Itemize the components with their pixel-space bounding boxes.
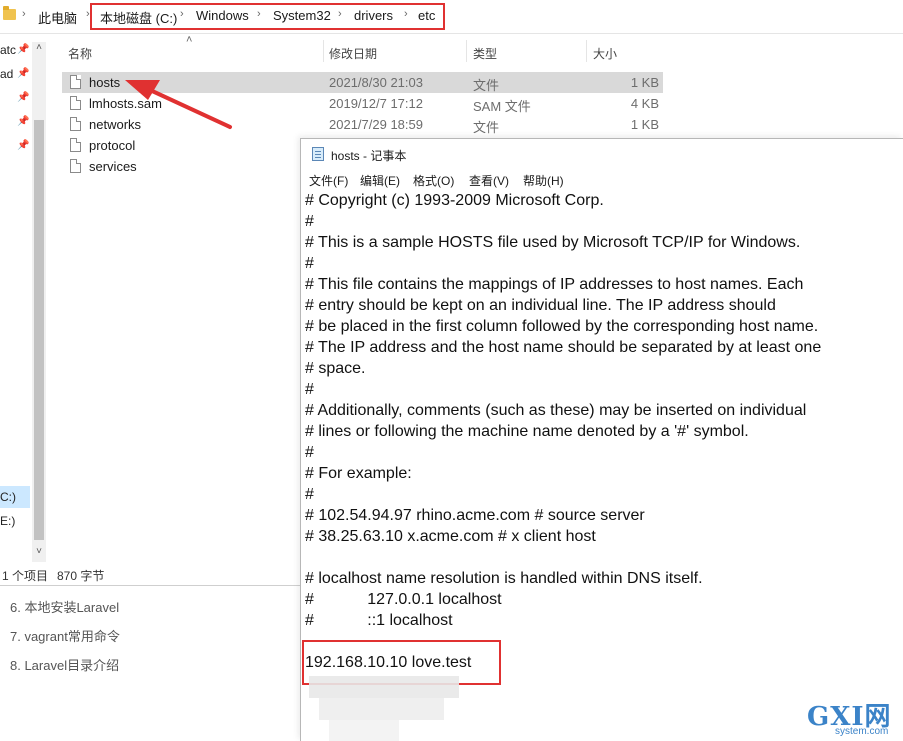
pin-icon: 📌: [17, 92, 30, 103]
folder-icon: [3, 6, 16, 20]
file-date: 2019/12/7 17:12: [329, 96, 423, 111]
text-editor[interactable]: # Copyright (c) 1993-2009 Microsoft Corp…: [305, 190, 895, 673]
address-bar[interactable]: › 此电脑 › 本地磁盘 (C:) › Windows › System32 ›…: [0, 0, 903, 34]
pin-icon: 📌: [17, 44, 30, 55]
file-row-hosts[interactable]: hosts 2021/8/30 21:03 文件 1 KB: [62, 72, 663, 93]
file-type: 文件: [473, 78, 500, 93]
text-line[interactable]: #: [305, 253, 895, 274]
file-icon: [70, 75, 81, 89]
article-link[interactable]: 6. 本地安装Laravel: [10, 597, 119, 616]
column-header-size[interactable]: 大小: [593, 45, 617, 62]
menu-format[interactable]: 格式(O): [413, 172, 454, 189]
file-date: 2021/8/30 21:03: [329, 75, 423, 90]
file-size: 1 KB: [630, 117, 659, 132]
text-line[interactable]: # space.: [305, 358, 895, 379]
notepad-titlebar[interactable]: hosts - 记事本: [301, 139, 903, 168]
text-line[interactable]: #: [305, 211, 895, 232]
nav-item-drive-c[interactable]: C:): [0, 490, 16, 504]
notepad-icon: [312, 147, 324, 161]
file-row-lmhosts[interactable]: lmhosts.sam 2019/12/7 17:12 SAM 文件 4 KB: [62, 93, 663, 114]
file-type: SAM 文件: [473, 99, 531, 114]
blurred-region: [309, 676, 474, 741]
menu-help[interactable]: 帮助(H): [523, 172, 564, 189]
pin-icon: 📌: [17, 116, 30, 127]
column-header-type[interactable]: 类型: [473, 45, 497, 62]
status-bar: 1 个项目 870 字节: [0, 565, 300, 585]
watermark-site: system.com: [835, 726, 889, 737]
scroll-down-icon[interactable]: ˅: [32, 546, 46, 557]
nav-item-fragment[interactable]: ad: [0, 67, 13, 81]
text-line[interactable]: # localhost name resolution is handled w…: [305, 568, 895, 589]
nav-item-fragment[interactable]: atc: [0, 43, 16, 57]
file-date: 2021/7/29 18:59: [329, 117, 423, 132]
article-navigation: 6. 本地安装Laravel 7. vagrant常用命令 8. Laravel…: [0, 587, 300, 741]
article-link[interactable]: 8. Laravel目录介绍: [10, 655, 119, 674]
text-line[interactable]: [305, 547, 895, 568]
menu-edit[interactable]: 编辑(E): [360, 172, 400, 189]
pin-icon: 📌: [17, 68, 30, 79]
file-name[interactable]: lmhosts.sam: [89, 96, 162, 111]
nav-scrollbar[interactable]: ˄ ˅: [32, 42, 46, 562]
file-name[interactable]: protocol: [89, 138, 135, 153]
text-line[interactable]: # This is a sample HOSTS file used by Mi…: [305, 232, 895, 253]
text-line[interactable]: #: [305, 442, 895, 463]
text-line[interactable]: # 127.0.0.1 localhost: [305, 589, 895, 610]
scroll-up-icon[interactable]: ˄: [32, 42, 46, 53]
file-icon: [70, 159, 81, 173]
pin-icon: 📌: [17, 140, 30, 151]
address-highlight-box: [90, 3, 445, 30]
breadcrumb-this-pc[interactable]: 此电脑: [38, 8, 77, 27]
article-link[interactable]: 7. vagrant常用命令: [10, 626, 120, 645]
nav-scroll-thumb[interactable]: [34, 120, 44, 540]
file-icon: [70, 96, 81, 110]
file-icon: [70, 117, 81, 131]
window-title: hosts - 记事本: [331, 149, 407, 163]
text-line[interactable]: #: [305, 484, 895, 505]
text-line[interactable]: # For example:: [305, 463, 895, 484]
text-line[interactable]: # 38.25.63.10 x.acme.com # x client host: [305, 526, 895, 547]
text-line[interactable]: # ::1 localhost: [305, 610, 895, 631]
menu-file[interactable]: 文件(F): [309, 172, 348, 189]
file-row-networks[interactable]: networks 2021/7/29 18:59 文件 1 KB: [62, 114, 663, 135]
text-line[interactable]: # 102.54.94.97 rhino.acme.com # source s…: [305, 505, 895, 526]
file-size: 4 KB: [630, 96, 659, 111]
menu-view[interactable]: 查看(V): [469, 172, 509, 189]
status-item-count: 1 个项目: [2, 569, 49, 583]
file-name[interactable]: hosts: [89, 75, 120, 90]
file-icon: [70, 138, 81, 152]
nav-item-drive-e[interactable]: E:): [0, 514, 15, 528]
watermark-logo: GXI网 system.com: [803, 696, 903, 741]
navigation-pane: atc 📌 ad 📌 📌 📌 📌 C:) E:) ˄ ˅: [0, 34, 48, 564]
text-line[interactable]: # Copyright (c) 1993-2009 Microsoft Corp…: [305, 190, 895, 211]
notepad-window: hosts - 记事本 文件(F) 编辑(E) 格式(O) 查看(V) 帮助(H…: [300, 138, 903, 741]
text-line[interactable]: # Additionally, comments (such as these)…: [305, 400, 895, 421]
file-type: 文件: [473, 120, 500, 135]
column-divider[interactable]: [323, 40, 324, 62]
sort-ascending-icon: ˄: [186, 34, 193, 46]
chevron-right-icon[interactable]: ›: [22, 8, 26, 20]
column-divider[interactable]: [586, 40, 587, 62]
column-headers: ˄ 名称 修改日期 类型 大小: [62, 34, 666, 66]
column-divider[interactable]: [466, 40, 467, 62]
text-line[interactable]: # The IP address and the host name shoul…: [305, 337, 895, 358]
file-name[interactable]: networks: [89, 117, 141, 132]
text-line[interactable]: #: [305, 379, 895, 400]
text-line[interactable]: # lines or following the machine name de…: [305, 421, 895, 442]
file-size: 1 KB: [630, 75, 659, 90]
text-line[interactable]: # be placed in the first column followed…: [305, 316, 895, 337]
menu-bar: 文件(F) 编辑(E) 格式(O) 查看(V) 帮助(H): [301, 168, 903, 190]
status-item-size: 870 字节: [57, 569, 105, 583]
text-line[interactable]: # This file contains the mappings of IP …: [305, 274, 895, 295]
file-name[interactable]: services: [89, 159, 137, 174]
column-header-date[interactable]: 修改日期: [329, 45, 377, 62]
text-line[interactable]: # entry should be kept on an individual …: [305, 295, 895, 316]
column-header-name[interactable]: 名称: [68, 45, 92, 62]
